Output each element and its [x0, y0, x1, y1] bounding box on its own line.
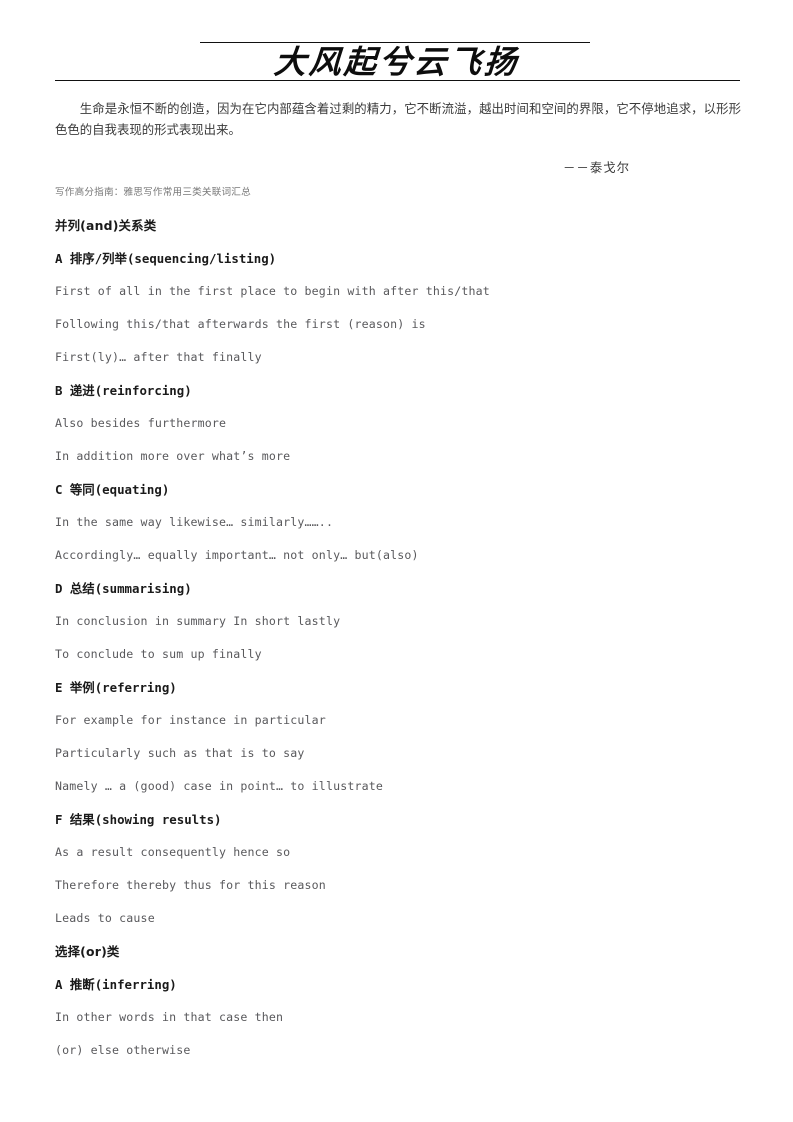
connective-line: In the same way likewise… similarly……..	[55, 515, 334, 529]
connective-line: Accordingly… equally important… not only…	[55, 548, 419, 562]
connective-line: As a result consequently hence so	[55, 845, 291, 859]
section: 选择(or)类 A 推断(inferring) In other words in …	[55, 943, 745, 1058]
connective-line: First of all in the first place to begin…	[55, 284, 490, 298]
section-group: B 递进(reinforcing) Also besides furthermor…	[55, 382, 745, 464]
connective-line: Leads to cause	[55, 911, 155, 925]
sections-container: 并列(and)关系类 A 排序/列举(sequencing/listing) Fir…	[55, 217, 745, 1058]
connective-line: Therefore thereby thus for this reason	[55, 878, 326, 892]
section-group: C 等同(equating) In the same way likewise… …	[55, 481, 745, 563]
connective-line: In conclusion in summary In short lastly	[55, 614, 341, 628]
connective-line: For example for instance in particular	[55, 713, 326, 727]
epigraph-attribution: －－泰戈尔	[563, 160, 630, 176]
connective-line: To conclude to sum up finally	[55, 647, 262, 661]
group-heading: D 总结(summarising)	[55, 581, 192, 596]
section-title: 并列(and)关系类	[55, 218, 157, 233]
section-group: A 排序/列举(sequencing/listing) First of all …	[55, 250, 745, 365]
body-subnote: 写作高分指南：雅思写作常用三类关联词汇总	[55, 187, 251, 198]
section-group: F 结果(showing results) As a result consequ…	[55, 811, 745, 926]
group-heading: E 举例(referring)	[55, 680, 177, 695]
section-group: D 总结(summarising) In conclusion in summar…	[55, 580, 745, 662]
section-group: A 推断(inferring) In other words in that ca…	[55, 976, 745, 1058]
connective-line: In addition more over what’s more	[55, 449, 291, 463]
group-heading: A 排序/列举(sequencing/listing)	[55, 251, 277, 266]
group-heading: F 结果(showing results)	[55, 812, 222, 827]
document-body: 写作高分指南：雅思写作常用三类关联词汇总 并列(and)关系类 A 排序/列举(s…	[55, 186, 745, 1075]
epigraph-quote: 生命是永恒不断的创造，因为在它内部蕴含着过剩的精力，它不断流溢，越出时间和空间的…	[55, 101, 741, 138]
connective-line: Particularly such as that is to say	[55, 746, 305, 760]
section-group: E 举例(referring) For example for instance …	[55, 679, 745, 794]
group-heading: C 等同(equating)	[55, 482, 170, 497]
group-heading: B 递进(reinforcing)	[55, 383, 192, 398]
masthead-title: 大风起兮云飞扬	[272, 43, 521, 81]
connective-line: (or) else otherwise	[55, 1043, 191, 1057]
section-title: 选择(or)类	[55, 944, 120, 959]
masthead-rule-bottom	[55, 80, 740, 81]
connective-line: Following this/that afterwards the first…	[55, 317, 426, 331]
connective-line: Also besides furthermore	[55, 416, 227, 430]
connective-line: In other words in that case then	[55, 1010, 284, 1024]
masthead: 大风起兮云飞扬	[0, 0, 793, 82]
group-heading: A 推断(inferring)	[55, 977, 177, 992]
document-page: 大风起兮云飞扬 生命是永恒不断的创造，因为在它内部蕴含着过剩的精力，它不断流溢，…	[0, 0, 793, 1122]
section: 并列(and)关系类 A 排序/列举(sequencing/listing) Fir…	[55, 217, 745, 926]
connective-line: First(ly)… after that finally	[55, 350, 262, 364]
connective-line: Namely … a (good) case in point… to illu…	[55, 779, 383, 793]
